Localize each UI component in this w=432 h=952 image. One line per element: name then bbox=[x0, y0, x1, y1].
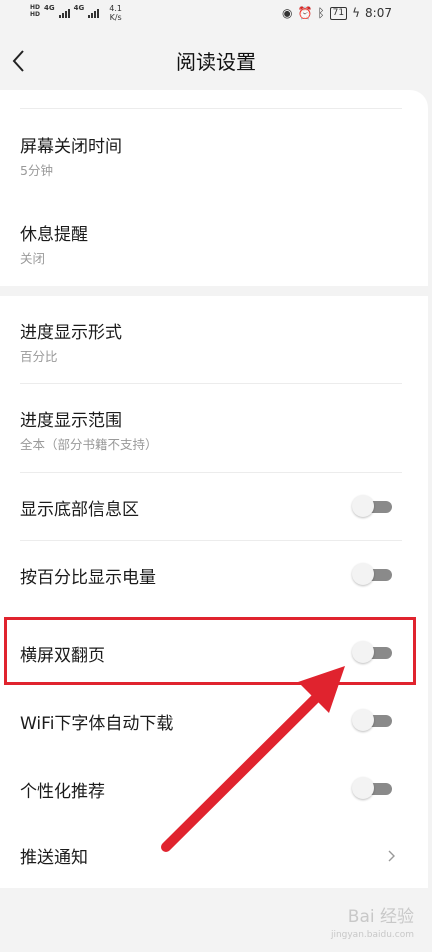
status-left: HD HD 4G 4G 4.1 K/s bbox=[30, 4, 122, 22]
watermark: Bai 经验 jingyan.baidu.com bbox=[330, 907, 414, 940]
push-notification-title: 推送通知 bbox=[20, 848, 88, 868]
alarm-icon: ⏰ bbox=[297, 6, 313, 20]
bluetooth-icon: ᛒ bbox=[317, 6, 325, 20]
battery-percent-item: 按百分比显示电量 bbox=[0, 541, 428, 609]
network-type: 4G bbox=[73, 4, 85, 12]
bottom-info-item: 显示底部信息区 bbox=[0, 473, 428, 541]
hd-indicator: HD bbox=[30, 11, 41, 18]
rest-reminder-title: 休息提醒 bbox=[20, 225, 88, 245]
network-type: 4G bbox=[44, 4, 55, 12]
chevron-right-icon bbox=[388, 850, 395, 862]
battery-icon: 71 bbox=[329, 6, 348, 20]
progress-style-value: 百分比 bbox=[20, 349, 58, 364]
screen-off-time-value: 5分钟 bbox=[20, 163, 53, 178]
bottom-info-toggle[interactable] bbox=[352, 495, 392, 517]
settings-card-reading: 进度显示形式 百分比 进度显示范围 全本（部分书籍不支持） 显示底部信息区 按百… bbox=[0, 296, 428, 888]
rest-reminder-item[interactable]: 休息提醒 关闭 bbox=[0, 198, 428, 286]
hd-indicator: HD bbox=[30, 4, 41, 11]
settings-card-screen: 屏幕关闭时间 5分钟 休息提醒 关闭 bbox=[0, 90, 428, 286]
screen-off-time-item[interactable]: 屏幕关闭时间 5分钟 bbox=[0, 110, 428, 198]
progress-range-item[interactable]: 进度显示范围 全本（部分书籍不支持） bbox=[0, 384, 428, 473]
divider bbox=[20, 108, 402, 109]
push-notification-item[interactable]: 推送通知 bbox=[0, 823, 428, 888]
progress-range-title: 进度显示范围 bbox=[20, 411, 122, 431]
eye-icon: ◉ bbox=[282, 6, 293, 20]
wifi-font-download-item: WiFi下字体自动下载 bbox=[0, 687, 428, 755]
status-bar: HD HD 4G 4G 4.1 K/s ◉ ⏰ ᛒ 71 ϟ 8:07 bbox=[0, 0, 432, 30]
personalized-recommend-toggle[interactable] bbox=[352, 777, 392, 799]
signal-icon bbox=[58, 8, 70, 18]
highlight-box bbox=[4, 617, 416, 685]
screen-off-time-title: 屏幕关闭时间 bbox=[20, 137, 122, 157]
page-title: 阅读设置 bbox=[176, 50, 256, 74]
wifi-font-download-toggle[interactable] bbox=[352, 709, 392, 731]
rest-reminder-value: 关闭 bbox=[20, 251, 46, 266]
wifi-font-download-title: WiFi下字体自动下载 bbox=[20, 714, 174, 734]
status-right: ◉ ⏰ ᛒ 71 ϟ 8:07 bbox=[282, 6, 392, 20]
personalized-recommend-item: 个性化推荐 bbox=[0, 755, 428, 823]
bottom-info-title: 显示底部信息区 bbox=[20, 500, 139, 520]
progress-style-item[interactable]: 进度显示形式 百分比 bbox=[0, 296, 428, 384]
signal-icon bbox=[88, 8, 100, 18]
progress-range-value: 全本（部分书籍不支持） bbox=[20, 437, 158, 452]
battery-percent-title: 按百分比显示电量 bbox=[20, 568, 156, 588]
clock-time: 8:07 bbox=[365, 6, 392, 20]
nav-bar: 阅读设置 bbox=[0, 36, 432, 86]
personalized-recommend-title: 个性化推荐 bbox=[20, 782, 105, 802]
network-speed: 4.1 K/s bbox=[109, 4, 122, 22]
battery-percent-toggle[interactable] bbox=[352, 563, 392, 585]
charging-icon: ϟ bbox=[352, 6, 361, 20]
progress-style-title: 进度显示形式 bbox=[20, 323, 122, 343]
